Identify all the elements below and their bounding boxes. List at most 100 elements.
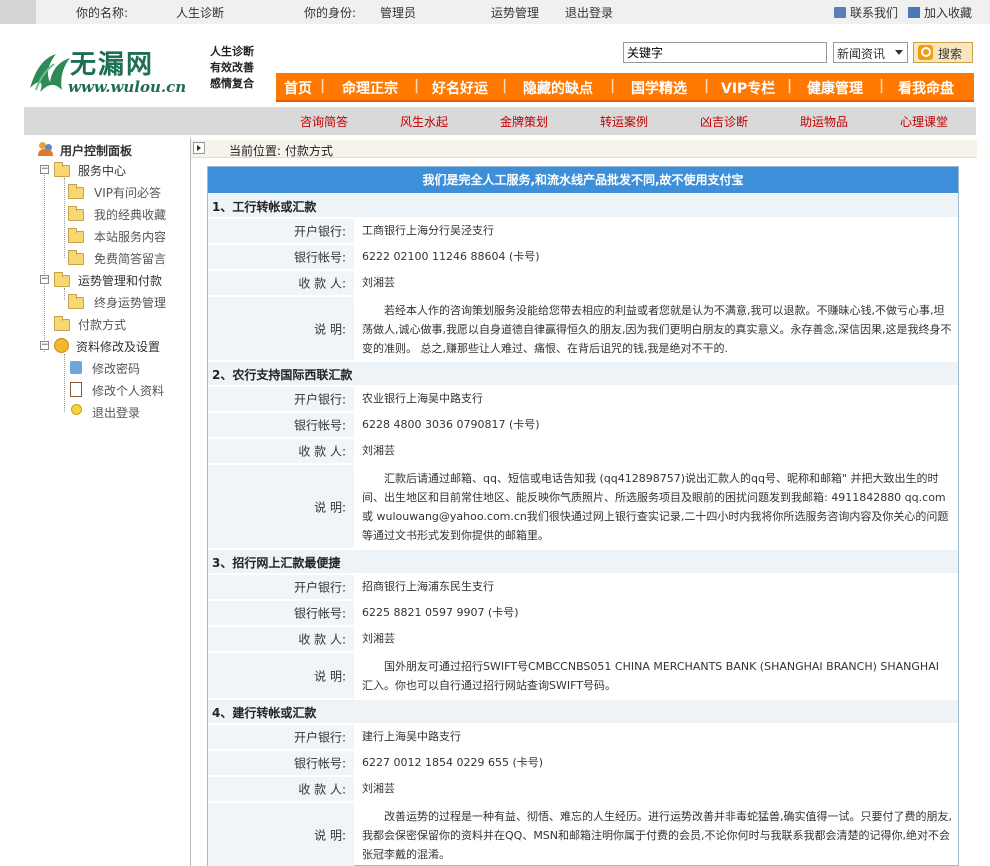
row-label: 说 明: xyxy=(208,465,354,548)
sidebar-group-settings[interactable]: − 资料修改及设置 xyxy=(40,336,190,356)
role-label: 你的身份: xyxy=(304,6,357,20)
row-label: 说 明: xyxy=(208,297,354,360)
bank-name: 工商银行上海分行吴泾支行 xyxy=(362,223,494,237)
slogan-line: 有效改善 xyxy=(210,61,254,74)
topbar-left-strip xyxy=(0,0,36,24)
sidebar-item-payment-methods[interactable]: 付款方式 xyxy=(54,314,184,334)
subnav-item[interactable]: 凶吉诊断 xyxy=(700,113,748,130)
logo-text-cn: 无漏网 xyxy=(70,50,155,80)
subnav-item[interactable]: 转运案例 xyxy=(600,113,648,130)
nav-separator: | xyxy=(320,78,326,94)
sidebar-item-logout[interactable]: 退出登录 xyxy=(68,402,188,422)
sidebar: 用户控制面板 − 服务中心 VIP有问必答 我的经典收藏 本站服务内容 免费简答… xyxy=(34,138,190,866)
section-header: 3、招行网上汇款最便捷 xyxy=(208,549,958,573)
nav-item-vip[interactable]: VIP专栏 xyxy=(721,78,775,98)
tree-guide xyxy=(64,178,65,258)
sidebar-item-lifetime-fortune[interactable]: 终身运势管理 xyxy=(68,292,188,312)
site-logo[interactable]: 无漏网 www.wulou.cn xyxy=(26,42,196,108)
expand-arrow-icon[interactable] xyxy=(193,142,205,154)
folder-icon xyxy=(68,250,84,265)
sidebar-item-label: 终身运势管理 xyxy=(94,296,167,310)
row-label: 开户银行: xyxy=(208,725,354,749)
table-row: 开户银行: 建行上海吴中路支行 xyxy=(208,724,958,749)
slogan: 人生诊断 有效改善 感情复合 xyxy=(210,44,254,92)
payment-panel: 我们是完全人工服务,和流水线产品批发不同,故不使用支付宝 1、工行转帐或汇款 开… xyxy=(207,166,959,866)
nav-separator: | xyxy=(414,78,420,94)
nav-item-hidden-flaws[interactable]: 隐藏的缺点 xyxy=(523,78,593,98)
sidebar-item-label: 付款方式 xyxy=(78,318,127,332)
role-value: 管理员 xyxy=(380,6,417,20)
username-label: 你的名称: xyxy=(76,6,129,20)
document-edit-icon xyxy=(70,382,82,397)
row-label: 说 明: xyxy=(208,803,354,866)
table-row: 说 明: 汇款后请通过邮箱、qq、短信或电话告知我 (qq412898757)说出… xyxy=(208,464,958,548)
row-label: 开户银行: xyxy=(208,219,354,243)
subnav-item[interactable]: 风生水起 xyxy=(400,113,448,130)
favorite-link[interactable]: 加入收藏 xyxy=(908,4,972,21)
sidebar-item-change-password[interactable]: 修改密码 xyxy=(68,358,188,378)
sidebar-item-label: VIP有问必答 xyxy=(94,186,161,200)
nav-separator: | xyxy=(704,78,710,94)
table-row: 开户银行: 农业银行上海吴中路支行 xyxy=(208,386,958,411)
contact-link[interactable]: 联系我们 xyxy=(834,4,898,21)
favorite-label: 加入收藏 xyxy=(924,6,973,20)
table-row: 银行帐号: 6222 02100 11246 88604 (卡号) xyxy=(208,244,958,269)
folder-icon xyxy=(68,294,84,309)
nav-separator: | xyxy=(879,78,885,94)
collapse-icon[interactable]: − xyxy=(40,165,49,174)
account-number: 6228 4800 3036 0790817 (卡号) xyxy=(362,417,540,431)
sidebar-item-edit-profile[interactable]: 修改个人资料 xyxy=(68,380,188,400)
sidebar-item-vip-qa[interactable]: VIP有问必答 xyxy=(68,182,188,202)
section-title: 3、招行网上汇款最便捷 xyxy=(212,556,341,570)
folder-icon xyxy=(68,206,84,221)
account-number: 6227 0012 1854 0229 655 (卡号) xyxy=(362,755,544,769)
account-number: 6222 02100 11246 88604 (卡号) xyxy=(362,249,540,263)
folder-icon xyxy=(54,316,70,331)
nav-item-health[interactable]: 健康管理 xyxy=(807,78,863,98)
chevron-down-icon xyxy=(895,50,903,55)
collapse-icon[interactable]: − xyxy=(40,341,49,350)
nav-item-goodname[interactable]: 好名好运 xyxy=(432,78,488,98)
note-text: 若经本人作的咨询策划服务没能给您带去相应的利益或者您就是认为不满意,我可以退款。… xyxy=(362,304,952,355)
nav-separator: | xyxy=(610,78,616,94)
nav-item-guoxue[interactable]: 国学精选 xyxy=(631,78,687,98)
search-category-select[interactable]: 新闻资讯 xyxy=(833,42,908,63)
subnav-item[interactable]: 金牌策划 xyxy=(500,113,548,130)
breadcrumb: 当前位置: 付款方式 xyxy=(191,140,977,158)
sidebar-item-free-message[interactable]: 免费简答留言 xyxy=(68,248,188,268)
nav-separator: | xyxy=(787,78,793,94)
folder-open-icon xyxy=(54,272,70,287)
search-button[interactable]: 搜索 xyxy=(913,42,973,63)
users-icon xyxy=(38,142,54,156)
fortune-manage-link[interactable]: 运势管理 xyxy=(491,4,539,21)
sidebar-group-service-center[interactable]: − 服务中心 xyxy=(40,160,190,180)
subnav-item[interactable]: 心理课堂 xyxy=(900,113,948,130)
sidebar-item-services[interactable]: 本站服务内容 xyxy=(68,226,188,246)
gift-icon xyxy=(908,7,920,18)
nav-item-mingli[interactable]: 命理正宗 xyxy=(342,78,398,98)
collapse-icon[interactable]: − xyxy=(40,275,49,284)
row-label: 银行帐号: xyxy=(208,413,354,437)
logout-link[interactable]: 退出登录 xyxy=(565,4,613,21)
sidebar-group-fortune-payment[interactable]: − 运势管理和付款 xyxy=(40,270,190,290)
nav-item-home[interactable]: 首页 xyxy=(284,78,312,98)
folder-icon xyxy=(68,228,84,243)
row-label: 开户银行: xyxy=(208,387,354,411)
subnav-item[interactable]: 助运物品 xyxy=(800,113,848,130)
payee-name: 刘湘芸 xyxy=(362,781,395,795)
payee-name: 刘湘芸 xyxy=(362,443,395,457)
refresh-icon xyxy=(54,338,69,353)
note-text: 汇款后请通过邮箱、qq、短信或电话告知我 (qq412898757)说出汇款人的… xyxy=(362,472,949,542)
table-row: 开户银行: 工商银行上海分行吴泾支行 xyxy=(208,218,958,243)
sidebar-group-label: 资料修改及设置 xyxy=(76,340,161,354)
sidebar-item-label: 本站服务内容 xyxy=(94,230,167,244)
sidebar-item-favorites[interactable]: 我的经典收藏 xyxy=(68,204,188,224)
sidebar-group-label: 运势管理和付款 xyxy=(78,274,163,288)
bank-name: 建行上海吴中路支行 xyxy=(362,729,461,743)
table-row: 银行帐号: 6225 8821 0597 9907 (卡号) xyxy=(208,600,958,625)
search-input[interactable] xyxy=(623,42,827,63)
username-value: 人生诊断 xyxy=(176,6,225,20)
row-label: 收 款 人: xyxy=(208,271,354,295)
subnav-item[interactable]: 咨询简答 xyxy=(300,113,348,130)
nav-item-chart[interactable]: 看我命盘 xyxy=(898,78,954,98)
